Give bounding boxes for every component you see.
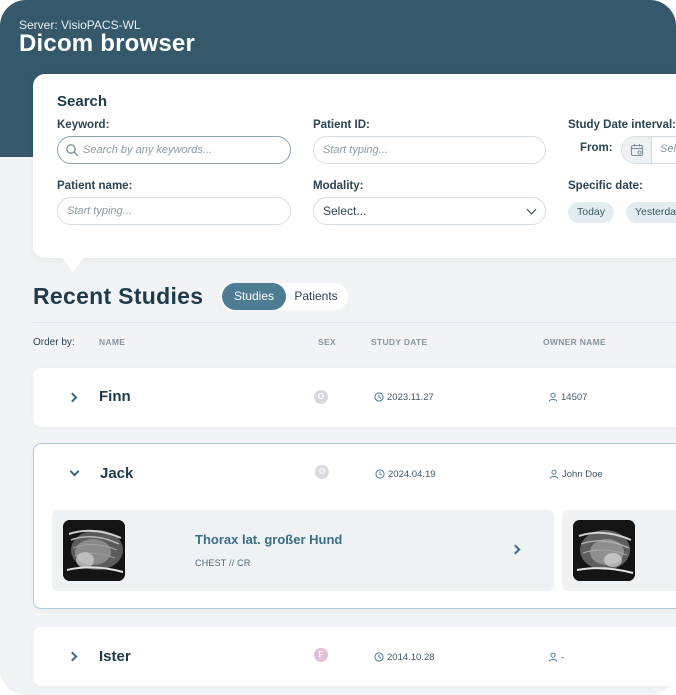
xray-thumbnail: [63, 520, 125, 581]
column-header-sex[interactable]: SEX: [318, 337, 336, 347]
clock-icon: [375, 469, 385, 479]
view-toggle: Studies Patients: [220, 283, 348, 310]
patient-id-placeholder: Start typing...: [323, 144, 388, 156]
patient-id-input[interactable]: Start typing...: [313, 136, 546, 164]
xray-thumbnail: [573, 520, 635, 581]
chevron-down-icon: [526, 204, 537, 215]
chevron-right-icon[interactable]: [510, 544, 521, 555]
sex-badge: F: [314, 648, 328, 662]
chip-today[interactable]: Today: [568, 202, 615, 223]
order-by-label: Order by:: [33, 337, 75, 348]
clock-icon: [374, 392, 384, 402]
patient-name-label: Patient name:: [57, 180, 133, 192]
sex-badge: O: [315, 465, 329, 479]
user-icon: [548, 392, 558, 402]
chip-yesterday[interactable]: Yesterday: [626, 202, 676, 223]
from-date-placeholder: Sel: [660, 143, 676, 155]
app-window: Server: VisioPACS-WL Dicom browser Searc…: [0, 0, 676, 695]
column-header-owner[interactable]: OWNER NAME: [543, 337, 606, 347]
tab-patients[interactable]: Patients: [288, 283, 344, 310]
study-date-interval-label: Study Date interval:: [568, 119, 676, 131]
thorax-xray-image: [63, 520, 125, 581]
study-date: 2014.10.28: [387, 652, 435, 663]
modality-select[interactable]: Select...: [313, 197, 546, 225]
modality-label: Modality:: [313, 180, 364, 192]
patient-id-label: Patient ID:: [313, 119, 370, 131]
user-icon: [549, 469, 559, 479]
app-title: Dicom browser: [19, 30, 195, 57]
study-subtitle: CHEST // CR: [195, 558, 251, 568]
search-panel-pointer: [61, 256, 85, 272]
study-date: 2023.11.27: [387, 392, 434, 403]
table-row[interactable]: Jack O 2024.04.19 John Doe Thorax lat. g…: [33, 443, 676, 609]
divider: [33, 322, 676, 323]
study-card[interactable]: Thorax lat. großer Hund CHEST // CR: [52, 510, 554, 591]
patient-name: Jack: [100, 465, 134, 482]
owner-name: John Doe: [562, 469, 603, 480]
search-icon: [66, 144, 79, 157]
chevron-right-icon[interactable]: [67, 392, 78, 403]
modality-value: Select...: [323, 204, 367, 218]
column-header-name[interactable]: NAME: [99, 337, 125, 347]
from-date-input[interactable]: Sel: [621, 136, 676, 164]
recent-studies-title: Recent Studies: [33, 283, 204, 309]
keyword-placeholder: Search by any keywords...: [83, 144, 213, 156]
study-card[interactable]: [562, 510, 676, 591]
calendar-button[interactable]: [622, 137, 652, 163]
chevron-right-icon[interactable]: [67, 651, 78, 662]
study-date: 2024.04.19: [388, 469, 436, 480]
sex-badge: O: [314, 390, 328, 404]
owner-name: -: [561, 652, 565, 663]
search-heading: Search: [57, 93, 108, 110]
specific-date-label: Specific date:: [568, 180, 643, 192]
patient-name-placeholder: Start typing...: [67, 205, 132, 217]
chevron-down-icon[interactable]: [69, 466, 80, 477]
tab-studies[interactable]: Studies: [222, 283, 286, 310]
patient-name-input[interactable]: Start typing...: [57, 197, 291, 225]
user-icon: [548, 652, 558, 662]
column-header-study-date[interactable]: STUDY DATE: [371, 337, 428, 347]
owner-name: 14507: [561, 392, 588, 403]
clock-icon: [374, 652, 384, 662]
thorax-xray-image: [573, 520, 635, 581]
search-panel: Search Keyword: Search by any keywords..…: [33, 74, 676, 258]
table-row[interactable]: Finn O 2023.11.27 14507: [33, 368, 676, 427]
table-row[interactable]: Ister F 2014.10.28 -: [33, 627, 676, 686]
patient-name: Finn: [99, 388, 131, 405]
keyword-label: Keyword:: [57, 119, 110, 131]
keyword-input[interactable]: Search by any keywords...: [57, 136, 291, 164]
from-label: From:: [580, 142, 613, 154]
patient-name: Ister: [99, 648, 131, 665]
study-title: Thorax lat. großer Hund: [195, 532, 343, 547]
calendar-icon: [630, 144, 644, 157]
